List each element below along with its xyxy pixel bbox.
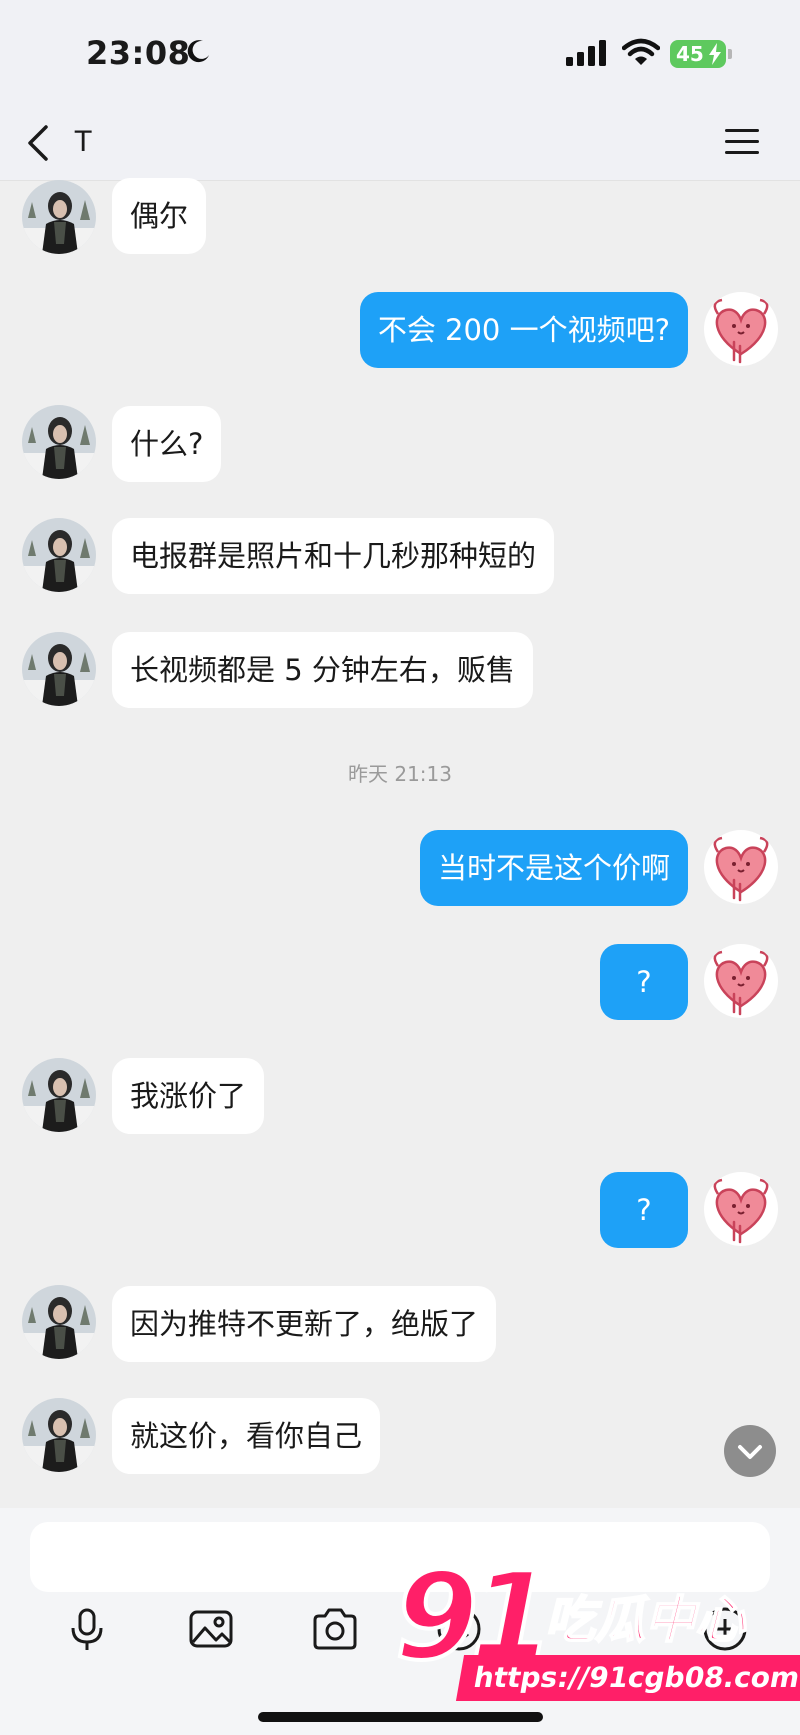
outgoing-message[interactable]: 当时不是这个价啊 — [419, 830, 688, 906]
contact-avatar[interactable] — [22, 1058, 96, 1132]
contact-name[interactable]: T — [74, 125, 92, 159]
charging-bolt-icon — [709, 43, 721, 65]
scroll-to-bottom-button[interactable] — [724, 1425, 776, 1477]
contact-avatar[interactable] — [22, 405, 96, 479]
chat-header: T — [0, 105, 800, 181]
moon-icon — [187, 40, 209, 63]
user-avatar[interactable] — [704, 292, 778, 366]
wifi-icon — [622, 38, 660, 65]
chevron-down-icon — [738, 1445, 762, 1459]
watermark-logo-brand: 吃瓜中心 — [544, 1590, 746, 1650]
outgoing-message[interactable]: 不会 200 一个视频吧? — [359, 292, 688, 368]
chevron-left-icon[interactable] — [24, 123, 54, 163]
incoming-message[interactable]: 就这价，看你自己 — [112, 1398, 381, 1474]
microphone-icon[interactable] — [62, 1604, 112, 1654]
watermark-url: https://91cgb08.com — [455, 1655, 800, 1701]
outgoing-message[interactable]: ? — [600, 1172, 688, 1248]
status-time: 23:08 — [86, 34, 191, 72]
incoming-message[interactable]: 我涨价了 — [112, 1058, 265, 1134]
hamburger-menu-icon[interactable] — [724, 127, 760, 157]
outgoing-message[interactable]: ? — [600, 944, 688, 1020]
signal-icon — [566, 40, 606, 66]
incoming-message[interactable]: 因为推特不更新了，绝版了 — [112, 1286, 497, 1362]
home-indicator[interactable] — [258, 1712, 543, 1722]
contact-avatar[interactable] — [22, 632, 96, 706]
incoming-message[interactable]: 电报群是照片和十几秒那种短的 — [112, 518, 555, 594]
incoming-message[interactable]: 什么? — [112, 406, 222, 482]
contact-avatar[interactable] — [22, 518, 96, 592]
incoming-message[interactable]: 偶尔 — [112, 178, 207, 254]
user-avatar[interactable] — [704, 830, 778, 904]
user-avatar[interactable] — [704, 1172, 778, 1246]
user-avatar[interactable] — [704, 944, 778, 1018]
camera-icon[interactable] — [310, 1604, 360, 1654]
incoming-message[interactable]: 长视频都是 5 分钟左右，贩售 — [112, 632, 533, 708]
message-timestamp: 昨天 21:13 — [348, 762, 452, 786]
battery-cap — [728, 49, 732, 59]
image-icon[interactable] — [186, 1604, 236, 1654]
contact-avatar[interactable] — [22, 1398, 96, 1472]
contact-avatar[interactable] — [22, 1285, 96, 1359]
contact-avatar[interactable] — [22, 180, 96, 254]
status-bar: 23:08 45 — [0, 0, 800, 105]
